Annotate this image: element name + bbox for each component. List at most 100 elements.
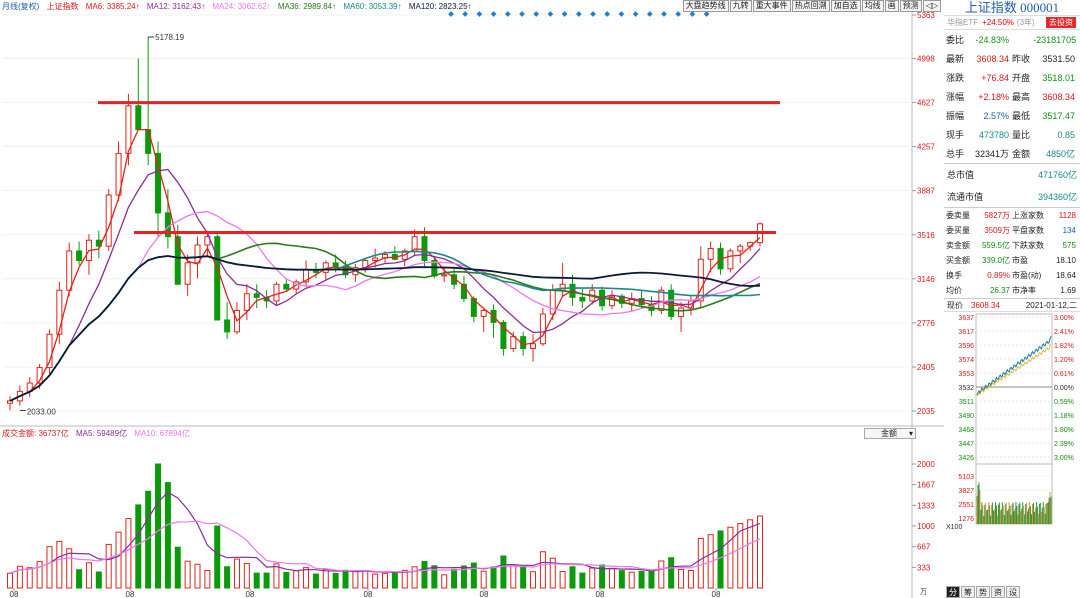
volume-bar xyxy=(303,567,310,589)
quote-value: +2.18% xyxy=(978,91,1009,102)
candle-body xyxy=(530,343,537,350)
quote-row: 现手 473780 量比 0.85 xyxy=(944,125,1080,144)
candle-body xyxy=(224,319,231,333)
intraday-pct-label-3: 1.20% xyxy=(1054,357,1074,364)
panel-tab-1[interactable]: 筹 xyxy=(961,586,975,598)
intraday-pct-label-5: 0.00% xyxy=(1054,385,1074,392)
volume-bar xyxy=(668,557,675,589)
stat-value: 134 xyxy=(1062,226,1076,235)
volume-bar xyxy=(115,531,122,589)
stat-row: 委买量 3509万 平盘家数 134 xyxy=(944,223,1080,238)
x-axis-label-4: 08 xyxy=(480,590,489,598)
intraday-vol-label-1: 3827 xyxy=(958,488,974,495)
volume-bar xyxy=(95,571,102,589)
panel-tab-4[interactable]: 设 xyxy=(1006,586,1020,598)
volume-bar xyxy=(174,546,181,589)
volume-bar xyxy=(204,570,211,589)
volume-select-value: 金额 xyxy=(881,429,897,438)
volume-bar xyxy=(243,563,250,589)
stat-label: 换手 xyxy=(946,271,962,280)
stat-label: 委卖量 xyxy=(946,211,970,220)
intraday-vol-label-0: 5103 xyxy=(958,474,974,481)
legend-period[interactable]: 月线(复权) xyxy=(2,2,39,11)
volume-bar xyxy=(569,566,576,589)
intraday-chart[interactable]: 3637 3.00% 3617 2.41% 3596 1.82% 3574 1.20% 3553… xyxy=(944,312,1080,532)
volume-indicator-select[interactable]: 金额 ▾ xyxy=(864,428,916,439)
toolbar-button-1[interactable]: 九转 xyxy=(729,0,752,12)
price-axis-label-9: 2035 xyxy=(917,407,935,416)
kline-main-area[interactable]: 5363 4998 4627 4257 3887 3516 3146 2776 2405 2035… xyxy=(0,0,944,598)
toolbar-button-2[interactable]: 重大事件 xyxy=(752,0,791,12)
toolbar-button-0[interactable]: 大盘趋势线 xyxy=(682,0,729,12)
intraday-vol-label-3: 1276 xyxy=(958,516,974,523)
toolbar-button-8[interactable]: ◁▷ xyxy=(922,0,941,12)
toolbar-button-6[interactable]: 画 xyxy=(884,0,899,12)
candle-body xyxy=(155,152,162,214)
panel-bottom-tabs: 分筹势资设 xyxy=(946,586,1021,598)
volume-bar xyxy=(500,555,507,589)
total-cap-row: 总市值 471760亿 xyxy=(944,163,1080,185)
volume-bar xyxy=(155,463,162,589)
volume-bar xyxy=(342,569,349,589)
volume-bar xyxy=(687,569,694,589)
etf-promo-row: 华指ETF +24.50% (3年) 去投资 xyxy=(944,16,1080,30)
quote-value: 3518.01 xyxy=(1042,72,1075,83)
candle-body xyxy=(697,258,704,302)
quote-label: 现手 xyxy=(946,130,965,140)
stat-value: 5827万 xyxy=(984,211,1010,220)
quote-label: 开盘 xyxy=(1011,73,1030,83)
x-axis-label-0: 08 xyxy=(10,590,19,598)
candle-body xyxy=(372,257,379,261)
candle-body xyxy=(737,245,744,252)
quote-value: 0.85 xyxy=(1057,129,1075,140)
volume-axis-label-3: 1000 xyxy=(917,522,935,531)
quote-label: 总手 xyxy=(946,149,965,159)
volume-bar xyxy=(411,566,418,589)
volume-bar xyxy=(332,572,339,589)
toolbar-button-4[interactable]: 加自选 xyxy=(830,0,861,12)
x-axis-label-2: 08 xyxy=(246,590,255,598)
volume-bar xyxy=(697,537,704,589)
toolbar-button-3[interactable]: 热点回溯 xyxy=(791,0,830,12)
stat-value: 18.64 xyxy=(1055,271,1076,280)
candle-body xyxy=(135,105,142,131)
volume-bar xyxy=(224,566,231,589)
panel-tab-0[interactable]: 分 xyxy=(946,586,960,598)
panel-title: 上证指数 000001 xyxy=(944,0,1080,16)
stat-label: 均价 xyxy=(946,286,962,295)
stat-row: 委卖量 5827万 上涨家数 1128 xyxy=(944,208,1080,223)
panel-tab-2[interactable]: 势 xyxy=(976,586,990,598)
volume-bar xyxy=(747,519,754,589)
intraday-price-label-6: 3511 xyxy=(959,399,974,406)
candle-body xyxy=(678,307,685,317)
volume-bar xyxy=(194,563,201,589)
etf-change: +24.50% xyxy=(982,18,1014,27)
quote-value: -24.83% xyxy=(975,34,1009,45)
volume-title: 成交金额: 36737亿 xyxy=(2,429,69,438)
candle-body xyxy=(76,250,83,261)
quote-row: 涨幅 +2.18% 最高 3608.34 xyxy=(944,87,1080,106)
etf-name[interactable]: 华指ETF xyxy=(947,17,978,28)
price-axis-label-3: 4257 xyxy=(917,143,935,152)
quote-value: 473780 xyxy=(978,129,1009,140)
intraday-pct-label-2: 1.82% xyxy=(1054,343,1074,350)
volume-axis-label-5: 333 xyxy=(917,563,931,572)
kline-chart-canvas[interactable]: 5363 4998 4627 4257 3887 3516 3146 2776 2405 2035… xyxy=(0,0,944,598)
toolbar-button-7[interactable]: 预测 xyxy=(899,0,922,12)
volume-bar xyxy=(46,546,53,589)
toolbar-button-5[interactable]: 均线 xyxy=(861,0,884,12)
invest-button[interactable]: 去投资 xyxy=(1046,17,1076,28)
quote-value: +76.84 xyxy=(981,72,1009,83)
panel-tab-3[interactable]: 资 xyxy=(991,586,1005,598)
legend-ma60: MA60: 3053.39↑ xyxy=(343,2,402,11)
volume-bar xyxy=(164,482,171,589)
intraday-price-label-0: 3637 xyxy=(958,315,974,322)
intraday-pct-label-8: 1.80% xyxy=(1054,427,1074,434)
volume-bar xyxy=(401,569,408,589)
intraday-vol-unit: X100 xyxy=(946,524,962,531)
volume-bar xyxy=(382,572,388,589)
price-axis-label-2: 4627 xyxy=(917,99,935,108)
intraday-price-label-3: 3574 xyxy=(958,357,974,364)
quote-row: 振幅 2.57% 最低 3517.47 xyxy=(944,106,1080,125)
volume-bar xyxy=(36,560,43,589)
